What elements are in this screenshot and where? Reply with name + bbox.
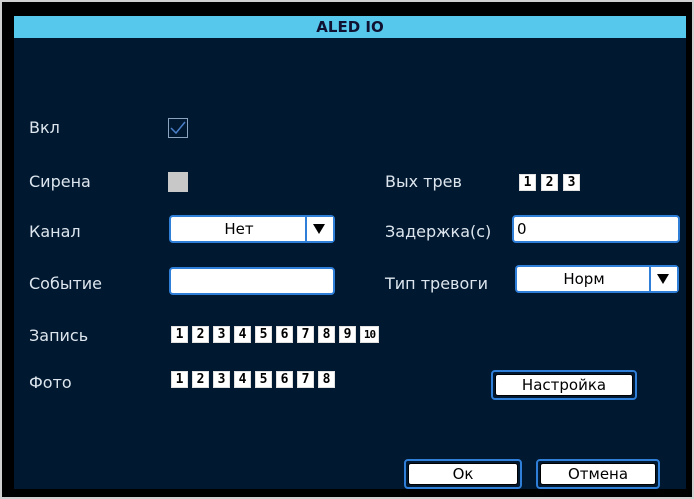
event-input[interactable] [169,267,335,295]
photo-button-6[interactable]: 6 [276,371,293,388]
triangle-down-icon [313,224,325,234]
delay-label: Задержка(с) [385,222,492,241]
photo-button-4[interactable]: 4 [234,371,251,388]
channel-select-value: Нет [224,220,254,238]
record-button-3[interactable]: 3 [213,326,230,343]
settings-button[interactable]: Настройка [491,370,637,400]
record-button-9[interactable]: 9 [339,326,356,343]
photo-label: Фото [29,373,72,392]
event-label: Событие [29,274,103,293]
photo-button-8[interactable]: 8 [318,371,335,388]
alarm-type-select[interactable]: Норм [515,265,679,293]
record-button-1[interactable]: 1 [171,326,188,343]
window-title: ALED IO [316,18,384,36]
cancel-button-label: Отмена [540,463,656,485]
record-button-10[interactable]: 10 [360,326,379,343]
record-button-8[interactable]: 8 [318,326,335,343]
ok-button[interactable]: Ок [404,459,522,489]
title-bar: ALED IO [14,16,686,38]
enable-label: Вкл [29,118,60,137]
ok-button-label: Ок [408,463,518,485]
photo-button-7[interactable]: 7 [297,371,314,388]
photo-button-5[interactable]: 5 [255,371,272,388]
record-button-5[interactable]: 5 [255,326,272,343]
photo-button-1[interactable]: 1 [171,371,188,388]
record-button-4[interactable]: 4 [234,326,251,343]
channel-select[interactable]: Нет [169,215,335,243]
channel-label: Канал [29,222,81,241]
settings-button-label: Настройка [495,374,633,396]
record-label: Запись [29,326,89,345]
alarm-out-button-3[interactable]: 3 [563,174,580,191]
triangle-down-icon [657,274,669,284]
alarm-out-button-2[interactable]: 2 [541,174,558,191]
dialog-window: ALED IO Вкл Сирена Вых трев 1 2 3 Канал … [0,0,694,499]
alarm-out-label: Вых трев [385,172,462,191]
alarm-out-button-1[interactable]: 1 [519,174,536,191]
record-button-7[interactable]: 7 [297,326,314,343]
alarm-type-select-value: Норм [563,270,605,288]
siren-checkbox[interactable] [168,172,188,192]
channel-dropdown-arrow[interactable] [305,217,333,241]
photo-button-2[interactable]: 2 [192,371,209,388]
siren-label: Сирена [29,172,91,191]
enable-checkbox[interactable] [168,118,188,138]
delay-input[interactable]: 0 [512,215,680,243]
photo-button-3[interactable]: 3 [213,371,230,388]
alarm-type-label: Тип тревоги [385,274,489,293]
check-icon [170,121,186,135]
record-button-6[interactable]: 6 [276,326,293,343]
dialog-content: Вкл Сирена Вых трев 1 2 3 Канал Нет Заде… [14,38,686,489]
record-button-2[interactable]: 2 [192,326,209,343]
alarm-type-dropdown-arrow[interactable] [649,267,677,291]
cancel-button[interactable]: Отмена [536,459,660,489]
